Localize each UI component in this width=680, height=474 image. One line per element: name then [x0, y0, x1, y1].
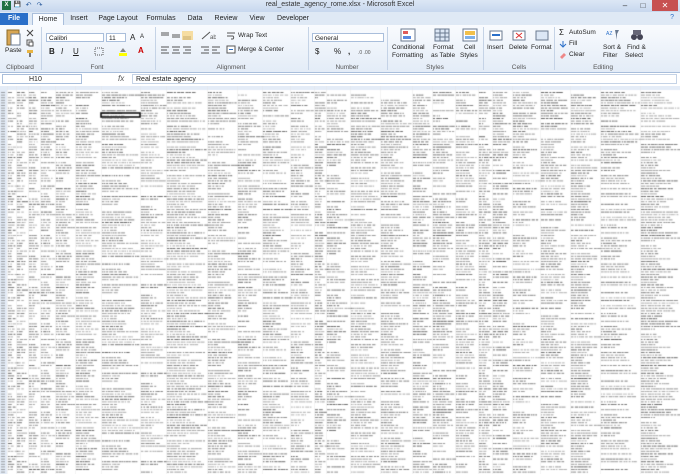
fill-button[interactable]: Fill: [569, 40, 577, 47]
currency-button[interactable]: $: [315, 47, 319, 56]
worksheet-grid[interactable]: [0, 86, 680, 474]
italic-button[interactable]: I: [61, 47, 63, 56]
sort-filter-icon[interactable]: AZ: [606, 28, 620, 42]
clear-icon[interactable]: [559, 51, 567, 59]
insert-button[interactable]: Insert: [487, 44, 503, 51]
delete-cells-icon[interactable]: [512, 28, 526, 42]
minimize-button[interactable]: –: [616, 0, 634, 11]
close-button[interactable]: ✕: [652, 0, 678, 11]
svg-text:AZ: AZ: [606, 31, 612, 37]
shrink-font-button[interactable]: A: [140, 34, 144, 40]
sort-filter-button[interactable]: Sort &: [603, 44, 621, 51]
font-color-button[interactable]: A: [138, 46, 144, 55]
svg-text:.0 .00: .0 .00: [358, 50, 371, 56]
tab-view[interactable]: View: [246, 13, 268, 25]
grow-font-button[interactable]: A: [130, 33, 135, 42]
worksheet-cells[interactable]: [0, 86, 680, 474]
format-as-table-label2: as Table: [431, 52, 456, 59]
window-controls: – □ ✕: [616, 0, 678, 11]
binoculars-icon[interactable]: [630, 28, 644, 42]
format-as-table-button[interactable]: Format: [433, 44, 454, 51]
tab-data[interactable]: Data: [184, 13, 206, 25]
copy-icon[interactable]: [26, 39, 34, 47]
sort-filter-label2: Filter: [603, 52, 618, 59]
cell-styles-label2: Styles: [460, 52, 478, 59]
paste-button[interactable]: Paste: [5, 47, 22, 54]
clear-button[interactable]: Clear: [569, 51, 585, 58]
tab-review[interactable]: Review: [212, 13, 240, 25]
merge-center-icon[interactable]: [226, 45, 236, 54]
find-select-label2: Select: [625, 52, 644, 59]
tab-home[interactable]: Home: [32, 13, 64, 25]
ribbon-tabs: File Home Insert Page Layout Formulas Da…: [0, 12, 680, 25]
cell-styles-button[interactable]: Cell: [464, 44, 475, 51]
insert-cells-icon[interactable]: [489, 28, 503, 42]
cell-styles-icon[interactable]: [462, 28, 478, 42]
wrap-text-icon[interactable]: [226, 31, 236, 40]
tab-formulas[interactable]: Formulas: [144, 13, 178, 25]
alignment-group-label: Alignment: [216, 64, 246, 71]
cells-group-label: Cells: [511, 64, 527, 71]
font-group-label: Font: [90, 64, 104, 71]
font-size-select[interactable]: 11: [106, 33, 126, 42]
merge-center-button[interactable]: Merge & Center: [238, 46, 284, 53]
editing-group-label: Editing: [593, 64, 613, 71]
help-icon[interactable]: ?: [670, 14, 674, 21]
wrap-text-button[interactable]: Wrap Text: [238, 32, 267, 39]
paste-icon[interactable]: [5, 28, 21, 46]
name-box[interactable]: H10: [2, 74, 82, 84]
format-painter-icon[interactable]: [26, 49, 34, 57]
ribbon-home: Paste Clipboard Calibri 11 A A B I U A F…: [0, 25, 680, 73]
format-as-table-icon[interactable]: [434, 28, 450, 42]
vertical-align-icons[interactable]: [160, 31, 194, 40]
svg-text:ab: ab: [210, 35, 216, 40]
conditional-formatting-button[interactable]: Conditional: [392, 44, 425, 51]
percent-button[interactable]: %: [334, 47, 341, 56]
conditional-formatting-icon[interactable]: [400, 28, 416, 42]
tab-insert[interactable]: Insert: [66, 13, 92, 25]
indent-icons[interactable]: [200, 45, 222, 54]
cut-icon[interactable]: [26, 29, 34, 37]
autosum-icon[interactable]: Σ: [559, 28, 564, 37]
underline-button[interactable]: U: [73, 47, 79, 56]
autosum-button[interactable]: AutoSum: [569, 29, 596, 36]
tab-file[interactable]: File: [0, 13, 28, 25]
format-button[interactable]: Format: [531, 44, 552, 51]
comma-button[interactable]: ,: [348, 47, 350, 56]
format-cells-icon[interactable]: [535, 28, 549, 42]
orientation-icon[interactable]: ab: [200, 31, 216, 40]
styles-group-label: Styles: [426, 64, 444, 71]
tab-developer[interactable]: Developer: [274, 13, 312, 25]
decimal-icons[interactable]: .0 .00: [358, 47, 384, 56]
formula-bar: H10 fx Real estate agency: [0, 73, 680, 87]
fill-color-icon[interactable]: [118, 47, 128, 56]
find-select-button[interactable]: Find &: [627, 44, 646, 51]
maximize-button[interactable]: □: [634, 0, 652, 11]
tab-page-layout[interactable]: Page Layout: [96, 13, 140, 25]
clipboard-group-label: Clipboard: [6, 64, 34, 71]
insert-function-button[interactable]: fx: [118, 74, 124, 83]
borders-icon[interactable]: [94, 47, 104, 56]
bold-button[interactable]: B: [49, 47, 55, 56]
horizontal-align-icons[interactable]: [160, 45, 194, 54]
formula-input[interactable]: Real estate agency: [132, 74, 677, 84]
delete-button[interactable]: Delete: [509, 44, 528, 51]
font-name-select[interactable]: Calibri: [46, 33, 104, 42]
number-group-label: Number: [335, 64, 359, 71]
number-format-select[interactable]: General: [312, 33, 384, 42]
conditional-formatting-label2: Formatting: [392, 52, 424, 59]
window-title: real_estate_agency_rome.xlsx - Microsoft…: [265, 1, 415, 8]
fill-icon[interactable]: [559, 40, 567, 48]
